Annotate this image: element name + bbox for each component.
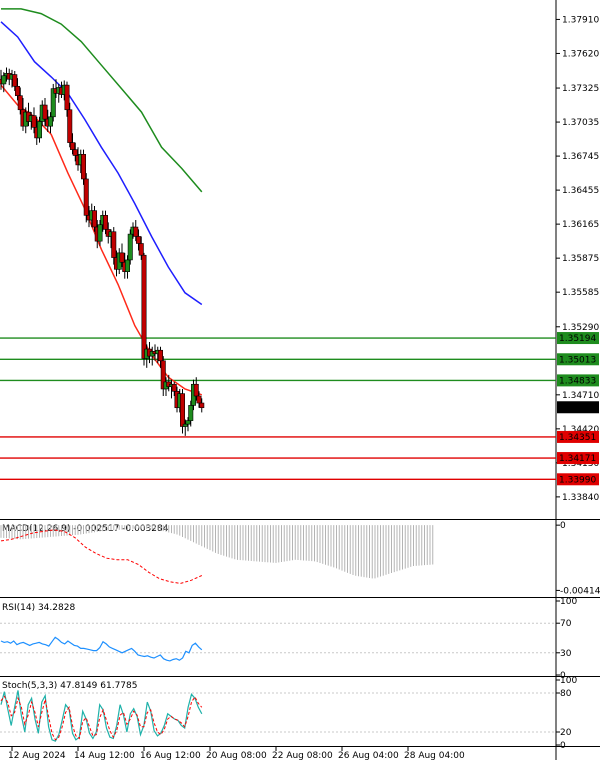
price-tick-label: 1.35875 [562,254,599,264]
indicator-tick-label: 80 [560,689,572,699]
candle-body [185,420,191,425]
candle-body [196,395,202,404]
time-tick-label: 22 Aug 08:00 [272,751,333,760]
candle-body [92,210,98,228]
rsi-line [0,636,203,662]
time-tick-label: 26 Aug 04:00 [338,751,399,760]
price-level-label: 1.35013 [559,355,596,365]
candle-body [193,383,199,397]
rsi-title: RSI(14) 34.2828 [2,603,75,613]
candle [83,173,89,223]
price-tick-label: 1.35290 [562,323,599,333]
time-tick-label: 16 Aug 12:00 [140,751,201,760]
rsi-pane[interactable]: RSI(14) 34.2828 10070300 [0,597,600,681]
candle-body [36,121,42,139]
stoch-signal-line [0,695,203,741]
price-tick-label: 1.37325 [562,84,599,94]
price-tick-label: 1.36455 [562,186,599,196]
candle-body [15,85,21,96]
price-tick-label: 1.34710 [562,391,599,401]
indicator-tick-label: 70 [560,619,572,629]
candle-body [136,236,142,244]
stoch-title: Stoch(5,3,3) 47.8149 61.7785 [2,681,137,691]
candle-body [125,259,131,272]
candle-body [171,383,177,392]
indicator-tick-label: 30 [560,649,572,659]
chart-root: 1.37910 1.37620 1.37325 1.37035 1.36745 1.364… [0,0,600,760]
candle-body [1,75,7,85]
candle-body [31,115,37,128]
candle [141,252,147,366]
indicator-tick-label: -0.004145 [560,586,600,596]
time-tick-label: 28 Aug 04:00 [404,751,465,760]
price-tick-label: 1.37620 [562,49,599,59]
candle-body [64,84,70,111]
indicator-tick-label: 0 [560,521,566,531]
candle-body [119,252,125,263]
time-axis: 12 Aug 2024 14 Aug 12:00 16 Aug 12:00 20 Au… [8,747,465,760]
candle-body [70,142,76,150]
candle-body [188,405,194,421]
candle-body [180,393,186,427]
candle-body [12,74,18,87]
price-tick-label: 1.37035 [562,118,599,128]
time-tick-label: 12 Aug 2024 [8,751,66,760]
price-tick-label: 1.36165 [562,220,599,230]
price-level-label: 1.34833 [559,376,596,386]
price-level-label: 1.35194 [559,334,596,344]
indicator-tick-label: 20 [560,728,572,738]
candle-body [127,233,133,261]
candle-body [158,349,164,362]
candle-body [67,109,73,143]
price-pane[interactable]: 1.37910 1.37620 1.37325 1.37035 1.36745 1.364… [0,0,600,760]
candle-body [111,231,117,258]
candle-body [103,215,109,230]
macd-pane[interactable]: MACD(12,26,9) -0.002517 -0.003284 0-0.00… [0,521,600,598]
stoch-main-line [0,690,203,742]
candle-body [42,104,48,120]
price-tick-label: 1.37910 [562,15,599,25]
price-pane-background [0,0,600,520]
candle-body [83,178,89,216]
price-tick-label: 1.36745 [562,152,599,162]
price-tick-label: 1.33840 [562,493,599,503]
candle-body [182,423,188,427]
candle-body [72,149,78,156]
candle-body [141,254,147,359]
indicator-tick-label: 100 [560,676,577,686]
candle-body [199,402,205,409]
candle-body [133,226,139,237]
time-tick-label: 20 Aug 08:00 [206,751,267,760]
candle [127,229,133,265]
candle-body [47,116,53,127]
price-tick-label: 1.35585 [562,288,599,298]
price-level-label: 1.34171 [559,454,596,464]
candle-body [138,243,144,256]
candle-body [81,154,87,180]
candle-body [17,95,23,111]
indicator-tick-label: 0 [560,741,566,751]
indicator-tick-label: 100 [560,597,577,607]
price-level-label: 1.34351 [559,433,596,443]
current-price-label: 1.34604 [559,403,596,413]
time-tick-label: 14 Aug 12:00 [74,751,135,760]
candle-body [97,224,103,242]
price-level-label: 1.33990 [559,475,596,485]
stoch-pane[interactable]: Stoch(5,3,3) 47.8149 61.7785 100 80 20 0 [0,676,600,751]
